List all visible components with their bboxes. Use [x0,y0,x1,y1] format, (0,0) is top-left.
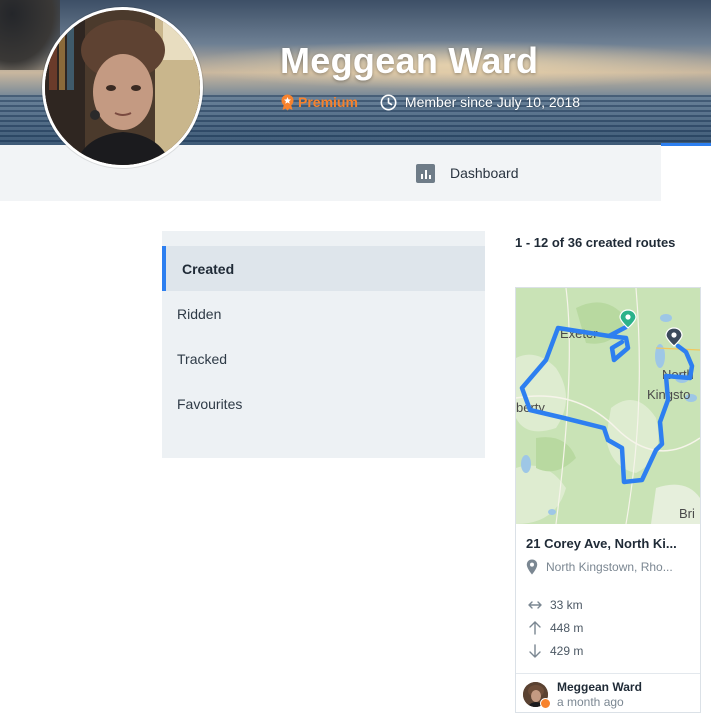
route-elevation-loss: 429 m [528,642,583,660]
sidebar-item-created[interactable]: Created [162,246,485,291]
routes-count: 1 - 12 of 36 created routes [515,235,676,250]
map-label-bottom: Bri [679,506,695,521]
dashboard-icon [416,163,435,183]
route-card[interactable]: Exeter berty North Kingsto Bri 21 Corey … [515,287,701,713]
location-pin-icon [526,559,538,575]
premium-icon [281,94,294,110]
route-map[interactable]: Exeter berty North Kingsto Bri [516,288,700,524]
premium-label: Premium [298,94,358,110]
arrow-down-icon [529,644,541,658]
route-elevation-gain: 448 m [528,619,583,637]
arrow-up-icon [529,621,541,635]
profile-photo [45,10,200,165]
nav-dashboard[interactable]: Dashboard [416,145,519,201]
profile-meta: Premium Member since July 10, 2018 [280,92,580,112]
nav-dashboard-label: Dashboard [450,165,519,181]
profile-avatar[interactable] [42,7,203,168]
route-distance-value: 33 km [550,598,583,612]
profile-name: Meggean Ward [280,40,539,81]
route-location: North Kingstown, Rho... [526,558,698,576]
route-created-time: a month ago [557,695,624,709]
sidebar-item-tracked[interactable]: Tracked [162,336,485,381]
navbar-active-indicator [661,143,711,146]
route-location-text: North Kingstown, Rho... [546,560,673,574]
route-distance: 33 km [528,596,583,614]
sidebar-item-label: Ridden [177,305,222,322]
distance-arrows-icon [528,601,542,609]
routes-sidebar: Created Ridden Tracked Favourites [162,231,485,458]
sidebar-item-label: Tracked [177,350,228,367]
member-since: Member since July 10, 2018 [380,94,580,111]
clock-icon [380,94,397,110]
author-premium-icon [540,698,551,709]
route-author[interactable]: Meggean Ward a month ago [516,673,700,712]
sidebar-item-ridden[interactable]: Ridden [162,291,485,336]
member-since-text: Member since July 10, 2018 [404,94,581,110]
route-elevation-gain-value: 448 m [550,621,584,635]
route-title[interactable]: 21 Corey Ave, North Ki... [526,536,696,551]
sidebar-item-label: Created [182,260,235,277]
sidebar-item-favourites[interactable]: Favourites [162,381,485,426]
author-name[interactable]: Meggean Ward [557,680,642,694]
route-elevation-loss-value: 429 m [550,644,584,658]
sidebar-item-label: Favourites [177,395,243,412]
premium-badge: Premium [280,94,358,111]
